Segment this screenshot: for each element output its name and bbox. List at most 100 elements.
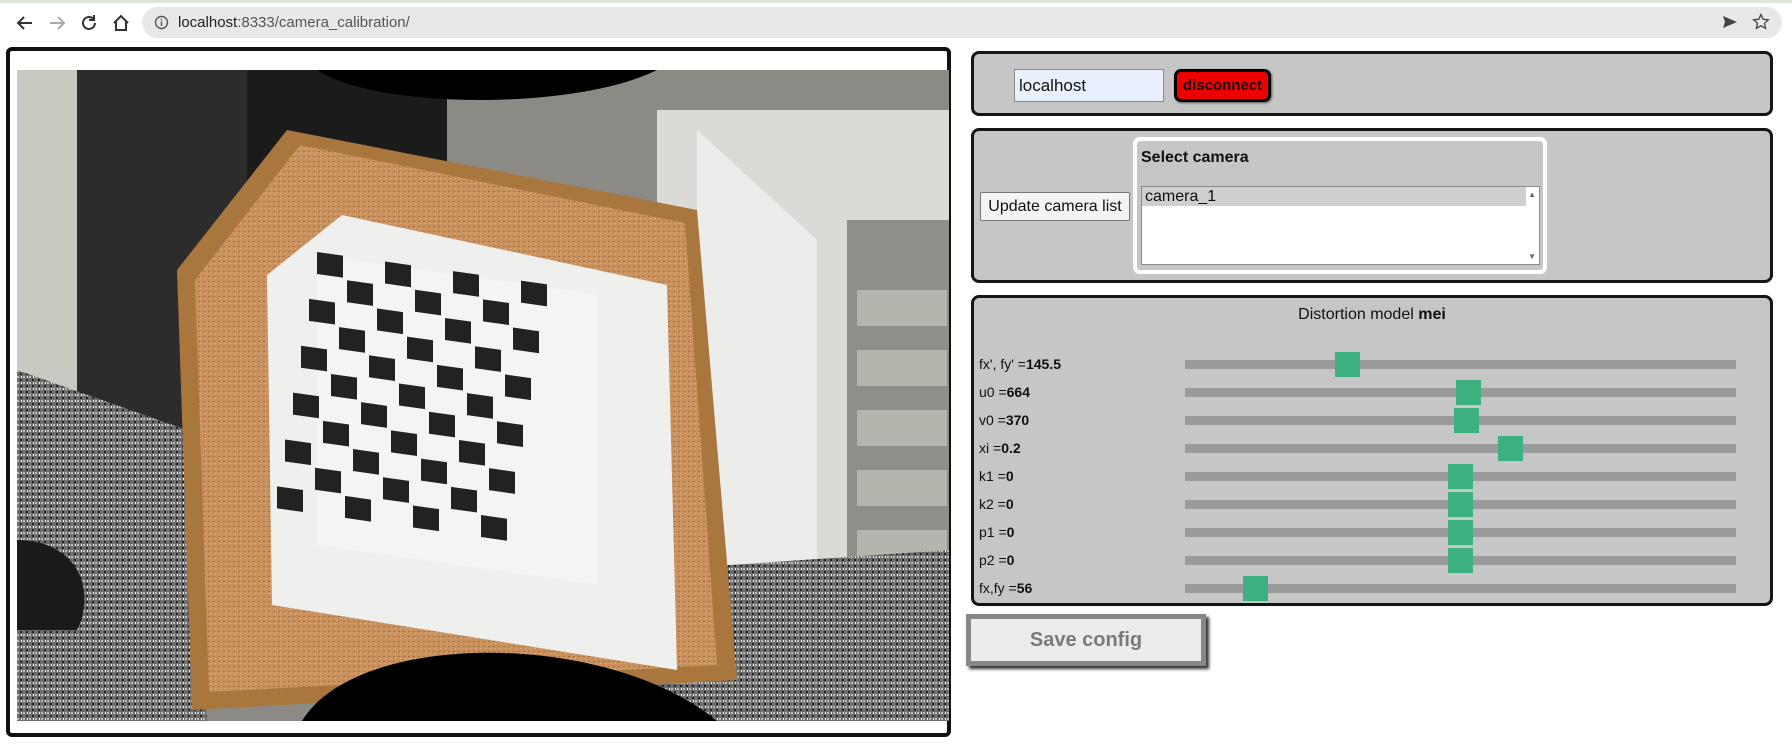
param-name: v0 = xyxy=(979,412,1006,428)
slider-track[interactable] xyxy=(1185,520,1736,545)
camera-select-panel: Update camera list Select camera camera_… xyxy=(971,128,1773,283)
checker-square xyxy=(315,467,341,494)
select-camera-title: Select camera xyxy=(1141,149,1249,166)
param-value: 0.2 xyxy=(1001,440,1021,456)
slider-label: fx,fy =56 xyxy=(979,580,1032,596)
save-config-button[interactable]: Save config xyxy=(966,614,1206,666)
slider-track[interactable] xyxy=(1185,548,1736,573)
checker-square xyxy=(377,308,403,335)
slider-label: p1 =0 xyxy=(979,524,1014,540)
fisheye-camera-image xyxy=(17,70,949,721)
slider-track[interactable] xyxy=(1185,352,1736,377)
slider-track[interactable] xyxy=(1185,464,1736,489)
param-value: 0 xyxy=(1006,524,1015,540)
scroll-down-arrow-icon[interactable]: ▼ xyxy=(1528,252,1536,261)
checker-square xyxy=(413,505,439,532)
distortion-model-name: mei xyxy=(1418,306,1446,323)
slider-label: v0 =370 xyxy=(979,412,1029,428)
checker-square xyxy=(385,261,411,288)
checker-square xyxy=(437,364,463,391)
checker-square xyxy=(285,439,311,466)
checker-square xyxy=(445,317,471,344)
slider-label: p2 =0 xyxy=(979,552,1014,568)
distortion-model-prefix: Distortion model xyxy=(1298,306,1414,323)
checker-square xyxy=(293,392,319,419)
select-camera-box: Select camera camera_1 ▲ ▼ xyxy=(1133,137,1547,274)
checker-square xyxy=(513,327,539,354)
slider-track[interactable] xyxy=(1185,576,1736,601)
slider-track[interactable] xyxy=(1185,408,1736,433)
url-host: localhost xyxy=(178,14,238,31)
checker-square xyxy=(497,421,523,447)
host-input[interactable] xyxy=(1014,69,1164,102)
param-name: p1 = xyxy=(979,524,1007,540)
address-bar[interactable]: localhost:8333/camera_calibration/ xyxy=(142,7,1782,38)
camera-view-frame xyxy=(6,47,951,737)
checker-square xyxy=(421,458,447,485)
checker-square xyxy=(415,289,441,316)
home-icon[interactable] xyxy=(108,10,134,36)
slider-thumb[interactable] xyxy=(1448,464,1473,489)
slider-row: u0 =664 xyxy=(974,380,1770,405)
param-value: 370 xyxy=(1005,412,1030,428)
slider-thumb[interactable] xyxy=(1456,380,1481,405)
disconnect-button[interactable]: disconnect xyxy=(1174,69,1271,102)
slider-thumb[interactable] xyxy=(1498,436,1523,461)
checker-square xyxy=(483,299,509,325)
camera-listbox[interactable]: camera_1 ▲ ▼ xyxy=(1141,186,1540,265)
slider-thumb[interactable] xyxy=(1448,492,1473,517)
param-name: fx,fy = xyxy=(979,580,1017,596)
slider-track[interactable] xyxy=(1185,380,1736,405)
distortion-model-title: Distortion model mei xyxy=(974,306,1770,324)
checker-square xyxy=(301,345,327,372)
checker-square xyxy=(369,355,395,381)
checker-square xyxy=(391,430,417,457)
checker-square xyxy=(353,449,379,475)
checker-square xyxy=(459,439,485,466)
checker-square xyxy=(481,515,507,541)
param-name: xi = xyxy=(979,440,1002,456)
forward-icon[interactable] xyxy=(44,10,70,36)
param-value: 0 xyxy=(1006,552,1015,568)
camera-feed-image xyxy=(17,70,949,721)
url-path: :8333/camera_calibration/ xyxy=(237,14,410,31)
param-value: 56 xyxy=(1016,580,1033,596)
url-text: localhost:8333/camera_calibration/ xyxy=(178,14,410,31)
param-name: u0 = xyxy=(979,384,1007,400)
slider-track[interactable] xyxy=(1185,492,1736,517)
reload-icon[interactable] xyxy=(76,10,102,36)
send-icon[interactable] xyxy=(1722,14,1738,35)
slider-label: u0 =664 xyxy=(979,384,1030,400)
checker-square xyxy=(475,346,501,372)
scroll-up-arrow-icon[interactable]: ▲ xyxy=(1528,190,1536,199)
checker-square xyxy=(345,495,371,522)
slider-track[interactable] xyxy=(1185,436,1736,461)
slider-thumb[interactable] xyxy=(1335,352,1360,377)
param-value: 145.5 xyxy=(1025,356,1062,372)
slider-row: fx', fy' =145.5 xyxy=(974,352,1770,377)
slider-thumb[interactable] xyxy=(1448,520,1473,545)
checker-square xyxy=(339,327,365,353)
param-value: 0 xyxy=(1005,496,1014,512)
connection-panel: disconnect xyxy=(971,51,1773,116)
checker-square xyxy=(407,336,433,363)
update-camera-list-button[interactable]: Update camera list xyxy=(980,192,1130,221)
back-icon[interactable] xyxy=(12,10,38,36)
slider-row: p2 =0 xyxy=(974,548,1770,573)
param-name: k1 = xyxy=(979,468,1006,484)
param-name: fx', fy' = xyxy=(979,356,1026,372)
checker-square xyxy=(467,393,493,419)
slider-thumb[interactable] xyxy=(1243,576,1268,601)
checker-square xyxy=(383,477,409,503)
tab-strip-edge xyxy=(0,0,1792,3)
camera-list-item[interactable]: camera_1 xyxy=(1142,187,1526,206)
site-info-icon[interactable] xyxy=(154,15,169,35)
slider-row: k1 =0 xyxy=(974,464,1770,489)
checker-square xyxy=(453,271,479,297)
checker-square xyxy=(331,373,357,400)
param-name: k2 = xyxy=(979,496,1006,512)
param-value: 664 xyxy=(1006,384,1030,400)
slider-thumb[interactable] xyxy=(1448,548,1473,573)
slider-thumb[interactable] xyxy=(1454,408,1479,433)
bookmark-star-icon[interactable] xyxy=(1752,12,1770,36)
